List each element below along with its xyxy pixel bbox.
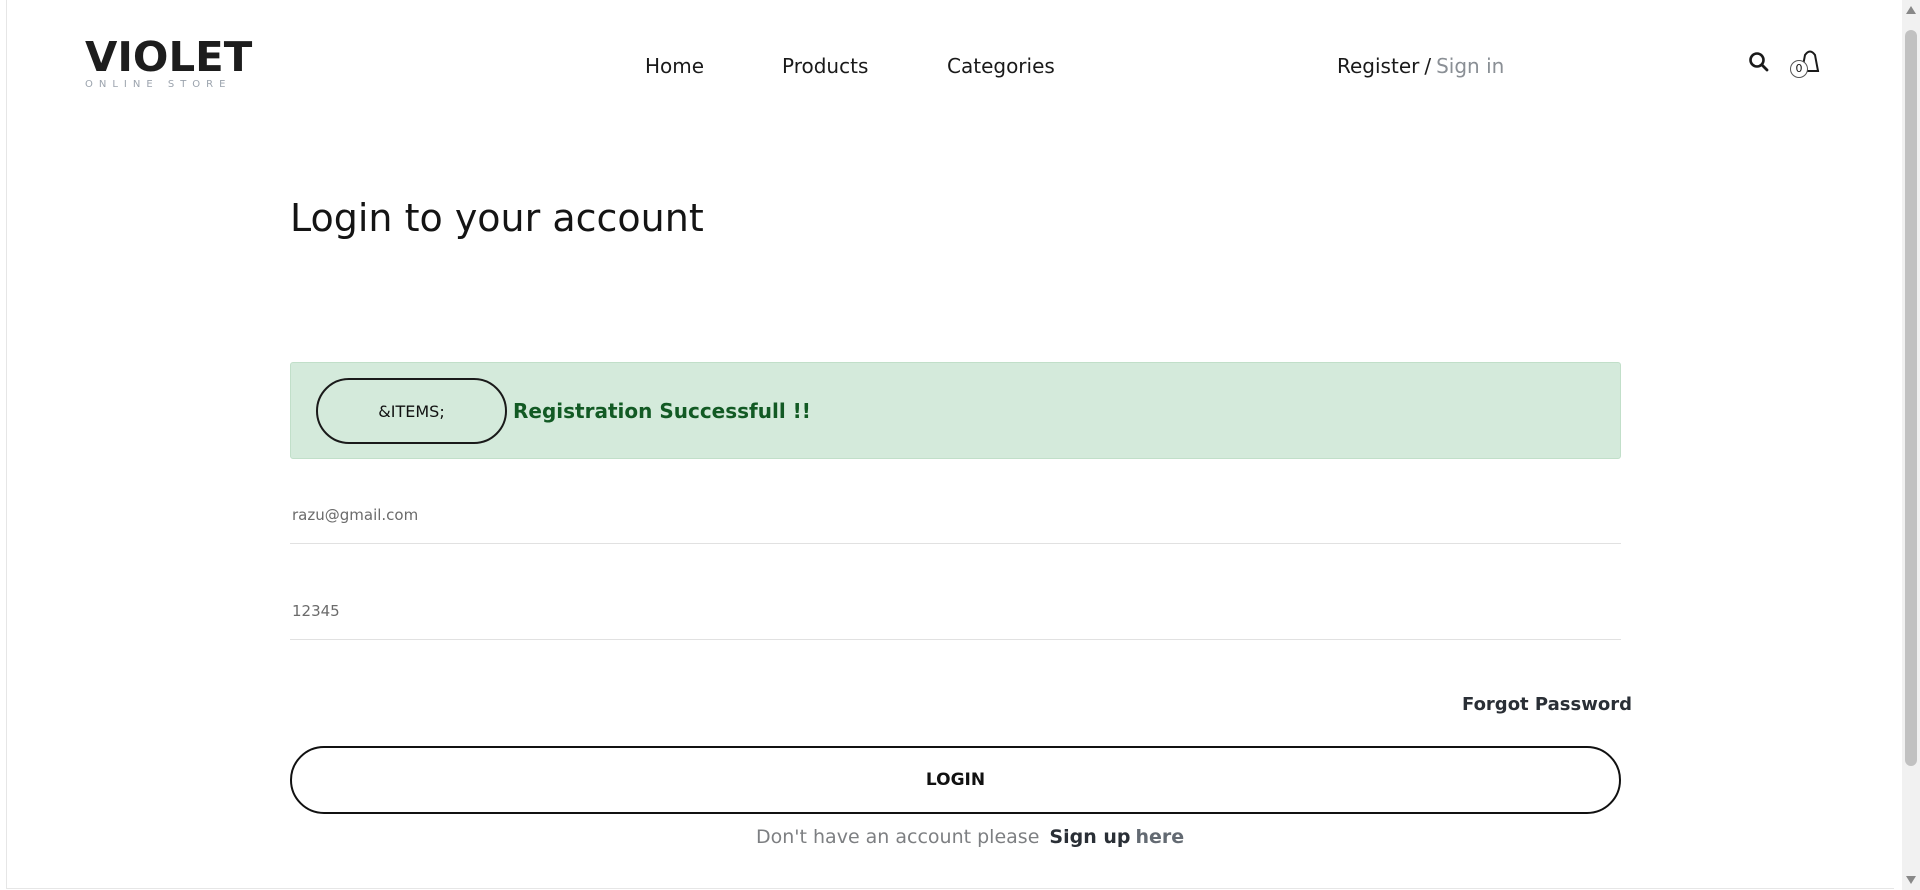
password-input[interactable] [290,596,1625,626]
page-title: Login to your account [290,196,704,240]
signup-link[interactable]: Sign up [1049,826,1130,848]
register-link[interactable]: Register [1337,54,1419,78]
search-icon[interactable] [1747,50,1771,74]
vertical-scrollbar[interactable] [1902,0,1920,890]
signup-here-link[interactable]: here [1135,826,1184,848]
nav-categories-link[interactable]: Categories [947,54,1055,78]
alert-message: Registration Successfull !! [513,399,811,423]
signup-prompt: Don't have an account please Sign up here [756,826,1184,848]
nav-home-link[interactable]: Home [645,54,704,78]
signup-prefix-text: Don't have an account please [756,826,1040,848]
signin-link[interactable]: Sign in [1436,54,1504,78]
nav-products-link[interactable]: Products [782,54,868,78]
scroll-down-arrow-icon[interactable] [1906,876,1916,884]
page-frame: VIOLET ONLINE STORE Home Products Catego… [6,0,1894,889]
email-field [290,500,1625,544]
email-input[interactable] [290,500,1625,530]
cart-count-badge: 0 [1790,60,1808,78]
auth-separator: / [1424,54,1432,78]
success-alert: &ITEMS; Registration Successfull !! [290,362,1621,459]
cart-button[interactable]: 0 [1787,48,1827,82]
login-button[interactable]: LOGIN [290,746,1621,814]
auth-links: Register / Sign in [1337,54,1504,78]
password-field [290,596,1625,640]
main-nav: Home Products Categories [7,54,1894,80]
scrollbar-thumb[interactable] [1905,30,1917,766]
scroll-up-arrow-icon[interactable] [1906,6,1916,14]
forgot-password-link[interactable]: Forgot Password [1462,694,1632,715]
alert-dismiss-button[interactable]: &ITEMS; [316,378,507,444]
